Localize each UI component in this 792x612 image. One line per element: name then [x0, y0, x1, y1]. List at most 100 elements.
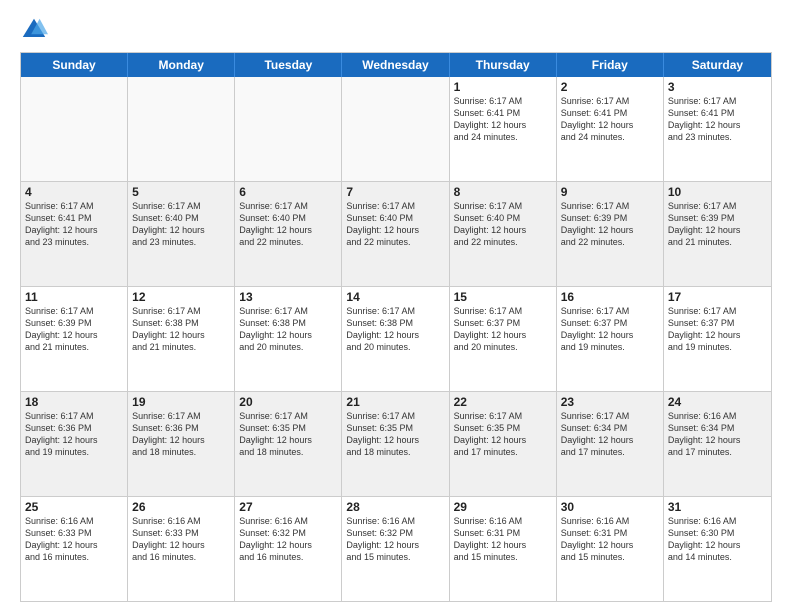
calendar-cell: 27Sunrise: 6:16 AM Sunset: 6:32 PM Dayli… — [235, 497, 342, 601]
day-number: 4 — [25, 185, 123, 199]
calendar-week-4: 18Sunrise: 6:17 AM Sunset: 6:36 PM Dayli… — [21, 391, 771, 496]
day-number: 31 — [668, 500, 767, 514]
day-number: 22 — [454, 395, 552, 409]
day-info: Sunrise: 6:17 AM Sunset: 6:38 PM Dayligh… — [346, 305, 444, 354]
header — [20, 16, 772, 44]
calendar-cell: 12Sunrise: 6:17 AM Sunset: 6:38 PM Dayli… — [128, 287, 235, 391]
day-number: 15 — [454, 290, 552, 304]
day-info: Sunrise: 6:17 AM Sunset: 6:40 PM Dayligh… — [454, 200, 552, 249]
calendar-week-3: 11Sunrise: 6:17 AM Sunset: 6:39 PM Dayli… — [21, 286, 771, 391]
calendar-cell: 17Sunrise: 6:17 AM Sunset: 6:37 PM Dayli… — [664, 287, 771, 391]
header-day-wednesday: Wednesday — [342, 53, 449, 77]
day-number: 24 — [668, 395, 767, 409]
day-number: 19 — [132, 395, 230, 409]
calendar-week-1: 1Sunrise: 6:17 AM Sunset: 6:41 PM Daylig… — [21, 77, 771, 181]
header-day-saturday: Saturday — [664, 53, 771, 77]
day-info: Sunrise: 6:16 AM Sunset: 6:32 PM Dayligh… — [239, 515, 337, 564]
day-number: 6 — [239, 185, 337, 199]
day-info: Sunrise: 6:17 AM Sunset: 6:40 PM Dayligh… — [346, 200, 444, 249]
day-info: Sunrise: 6:17 AM Sunset: 6:35 PM Dayligh… — [346, 410, 444, 459]
day-info: Sunrise: 6:16 AM Sunset: 6:33 PM Dayligh… — [25, 515, 123, 564]
calendar-cell: 15Sunrise: 6:17 AM Sunset: 6:37 PM Dayli… — [450, 287, 557, 391]
day-info: Sunrise: 6:17 AM Sunset: 6:37 PM Dayligh… — [668, 305, 767, 354]
header-day-friday: Friday — [557, 53, 664, 77]
calendar-header: SundayMondayTuesdayWednesdayThursdayFrid… — [21, 53, 771, 77]
day-number: 28 — [346, 500, 444, 514]
day-info: Sunrise: 6:17 AM Sunset: 6:37 PM Dayligh… — [561, 305, 659, 354]
calendar-cell: 8Sunrise: 6:17 AM Sunset: 6:40 PM Daylig… — [450, 182, 557, 286]
header-day-sunday: Sunday — [21, 53, 128, 77]
calendar-body: 1Sunrise: 6:17 AM Sunset: 6:41 PM Daylig… — [21, 77, 771, 601]
calendar-week-2: 4Sunrise: 6:17 AM Sunset: 6:41 PM Daylig… — [21, 181, 771, 286]
day-number: 25 — [25, 500, 123, 514]
calendar-cell: 16Sunrise: 6:17 AM Sunset: 6:37 PM Dayli… — [557, 287, 664, 391]
header-day-monday: Monday — [128, 53, 235, 77]
day-info: Sunrise: 6:17 AM Sunset: 6:40 PM Dayligh… — [132, 200, 230, 249]
calendar-cell: 20Sunrise: 6:17 AM Sunset: 6:35 PM Dayli… — [235, 392, 342, 496]
calendar-cell: 28Sunrise: 6:16 AM Sunset: 6:32 PM Dayli… — [342, 497, 449, 601]
day-info: Sunrise: 6:16 AM Sunset: 6:31 PM Dayligh… — [454, 515, 552, 564]
day-info: Sunrise: 6:17 AM Sunset: 6:34 PM Dayligh… — [561, 410, 659, 459]
day-info: Sunrise: 6:17 AM Sunset: 6:41 PM Dayligh… — [25, 200, 123, 249]
calendar-cell: 1Sunrise: 6:17 AM Sunset: 6:41 PM Daylig… — [450, 77, 557, 181]
day-info: Sunrise: 6:17 AM Sunset: 6:40 PM Dayligh… — [239, 200, 337, 249]
day-number: 10 — [668, 185, 767, 199]
calendar-cell: 3Sunrise: 6:17 AM Sunset: 6:41 PM Daylig… — [664, 77, 771, 181]
day-number: 7 — [346, 185, 444, 199]
calendar-cell: 13Sunrise: 6:17 AM Sunset: 6:38 PM Dayli… — [235, 287, 342, 391]
day-info: Sunrise: 6:17 AM Sunset: 6:35 PM Dayligh… — [239, 410, 337, 459]
day-number: 18 — [25, 395, 123, 409]
day-number: 16 — [561, 290, 659, 304]
day-number: 9 — [561, 185, 659, 199]
logo-icon — [20, 16, 48, 44]
calendar-cell: 14Sunrise: 6:17 AM Sunset: 6:38 PM Dayli… — [342, 287, 449, 391]
calendar-cell: 23Sunrise: 6:17 AM Sunset: 6:34 PM Dayli… — [557, 392, 664, 496]
day-number: 21 — [346, 395, 444, 409]
calendar-cell: 21Sunrise: 6:17 AM Sunset: 6:35 PM Dayli… — [342, 392, 449, 496]
calendar-cell: 25Sunrise: 6:16 AM Sunset: 6:33 PM Dayli… — [21, 497, 128, 601]
day-info: Sunrise: 6:17 AM Sunset: 6:41 PM Dayligh… — [454, 95, 552, 144]
day-number: 1 — [454, 80, 552, 94]
calendar-cell: 22Sunrise: 6:17 AM Sunset: 6:35 PM Dayli… — [450, 392, 557, 496]
calendar-cell: 19Sunrise: 6:17 AM Sunset: 6:36 PM Dayli… — [128, 392, 235, 496]
calendar-cell: 18Sunrise: 6:17 AM Sunset: 6:36 PM Dayli… — [21, 392, 128, 496]
day-number: 26 — [132, 500, 230, 514]
day-number: 2 — [561, 80, 659, 94]
day-info: Sunrise: 6:17 AM Sunset: 6:36 PM Dayligh… — [25, 410, 123, 459]
calendar-cell: 29Sunrise: 6:16 AM Sunset: 6:31 PM Dayli… — [450, 497, 557, 601]
calendar-cell: 24Sunrise: 6:16 AM Sunset: 6:34 PM Dayli… — [664, 392, 771, 496]
day-info: Sunrise: 6:17 AM Sunset: 6:37 PM Dayligh… — [454, 305, 552, 354]
page: SundayMondayTuesdayWednesdayThursdayFrid… — [0, 0, 792, 612]
day-info: Sunrise: 6:17 AM Sunset: 6:38 PM Dayligh… — [239, 305, 337, 354]
day-info: Sunrise: 6:17 AM Sunset: 6:41 PM Dayligh… — [561, 95, 659, 144]
day-number: 29 — [454, 500, 552, 514]
day-number: 27 — [239, 500, 337, 514]
day-number: 11 — [25, 290, 123, 304]
calendar-cell: 30Sunrise: 6:16 AM Sunset: 6:31 PM Dayli… — [557, 497, 664, 601]
day-number: 12 — [132, 290, 230, 304]
header-day-tuesday: Tuesday — [235, 53, 342, 77]
calendar-cell: 31Sunrise: 6:16 AM Sunset: 6:30 PM Dayli… — [664, 497, 771, 601]
day-info: Sunrise: 6:17 AM Sunset: 6:41 PM Dayligh… — [668, 95, 767, 144]
calendar-cell: 2Sunrise: 6:17 AM Sunset: 6:41 PM Daylig… — [557, 77, 664, 181]
day-number: 14 — [346, 290, 444, 304]
calendar-week-5: 25Sunrise: 6:16 AM Sunset: 6:33 PM Dayli… — [21, 496, 771, 601]
calendar: SundayMondayTuesdayWednesdayThursdayFrid… — [20, 52, 772, 602]
calendar-cell: 5Sunrise: 6:17 AM Sunset: 6:40 PM Daylig… — [128, 182, 235, 286]
day-info: Sunrise: 6:16 AM Sunset: 6:34 PM Dayligh… — [668, 410, 767, 459]
day-info: Sunrise: 6:17 AM Sunset: 6:36 PM Dayligh… — [132, 410, 230, 459]
calendar-cell — [235, 77, 342, 181]
day-number: 17 — [668, 290, 767, 304]
logo — [20, 16, 52, 44]
day-info: Sunrise: 6:17 AM Sunset: 6:39 PM Dayligh… — [561, 200, 659, 249]
day-info: Sunrise: 6:17 AM Sunset: 6:39 PM Dayligh… — [668, 200, 767, 249]
day-number: 3 — [668, 80, 767, 94]
calendar-cell: 4Sunrise: 6:17 AM Sunset: 6:41 PM Daylig… — [21, 182, 128, 286]
day-info: Sunrise: 6:17 AM Sunset: 6:38 PM Dayligh… — [132, 305, 230, 354]
day-info: Sunrise: 6:17 AM Sunset: 6:39 PM Dayligh… — [25, 305, 123, 354]
day-number: 13 — [239, 290, 337, 304]
day-number: 20 — [239, 395, 337, 409]
calendar-cell — [128, 77, 235, 181]
calendar-cell: 10Sunrise: 6:17 AM Sunset: 6:39 PM Dayli… — [664, 182, 771, 286]
header-day-thursday: Thursday — [450, 53, 557, 77]
